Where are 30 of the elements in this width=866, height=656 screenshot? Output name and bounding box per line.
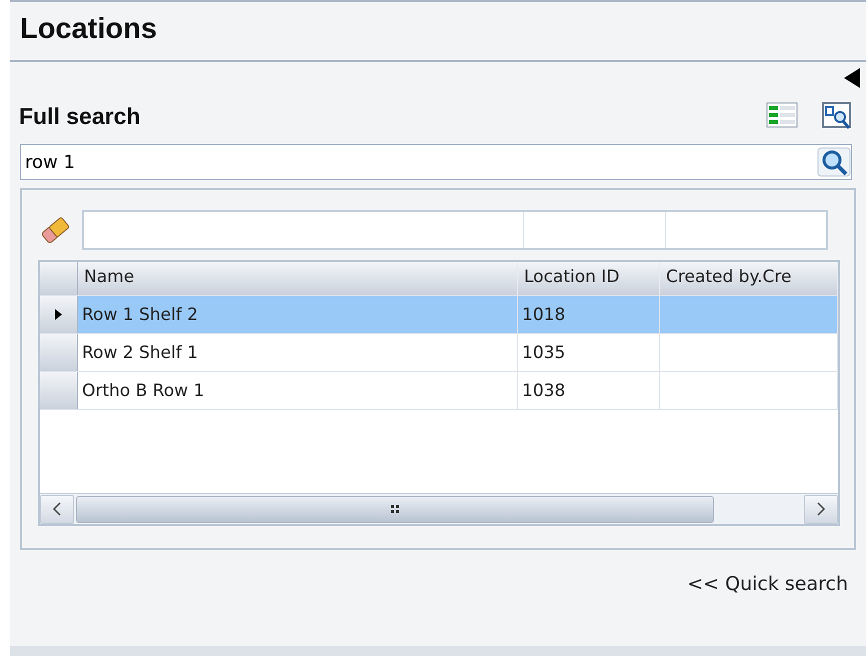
search-icon[interactable] [817, 147, 851, 177]
search-field[interactable]: row 1 [20, 144, 852, 180]
column-header[interactable]: Name [78, 262, 518, 295]
quick-search-link[interactable]: << Quick search [687, 573, 848, 595]
row-selector[interactable] [40, 296, 78, 333]
column-header[interactable]: Created by.Cre [660, 262, 838, 295]
table-row[interactable]: Row 2 Shelf 1 1035 [40, 334, 838, 372]
table-row[interactable]: Ortho B Row 1 1038 [40, 372, 838, 410]
chevron-right-icon [816, 502, 826, 516]
collapse-arrow-icon[interactable] [844, 68, 860, 88]
search-preview-icon[interactable] [822, 102, 852, 130]
table-cell: 1038 [522, 381, 566, 401]
table-cell: 1018 [522, 305, 566, 325]
column-header[interactable]: Location ID [518, 262, 660, 295]
table-row[interactable]: Row 1 Shelf 2 1018 [40, 296, 838, 334]
table-cell: Row 1 Shelf 2 [82, 305, 198, 325]
grip-icon [390, 504, 400, 514]
scroll-thumb[interactable] [76, 496, 714, 522]
chevron-left-icon [52, 502, 62, 516]
current-row-icon [55, 309, 62, 320]
horizontal-scrollbar[interactable] [40, 493, 838, 524]
scroll-left-button[interactable] [40, 494, 74, 524]
table-cell: Ortho B Row 1 [82, 381, 204, 401]
panel-title: Locations [20, 13, 157, 45]
table-cell: 1035 [522, 343, 566, 363]
scroll-right-button[interactable] [804, 494, 838, 524]
table-cell: Row 2 Shelf 1 [82, 343, 198, 363]
column-list-icon[interactable] [766, 102, 798, 128]
section-heading: Full search [19, 102, 140, 131]
row-header-corner [40, 262, 78, 295]
